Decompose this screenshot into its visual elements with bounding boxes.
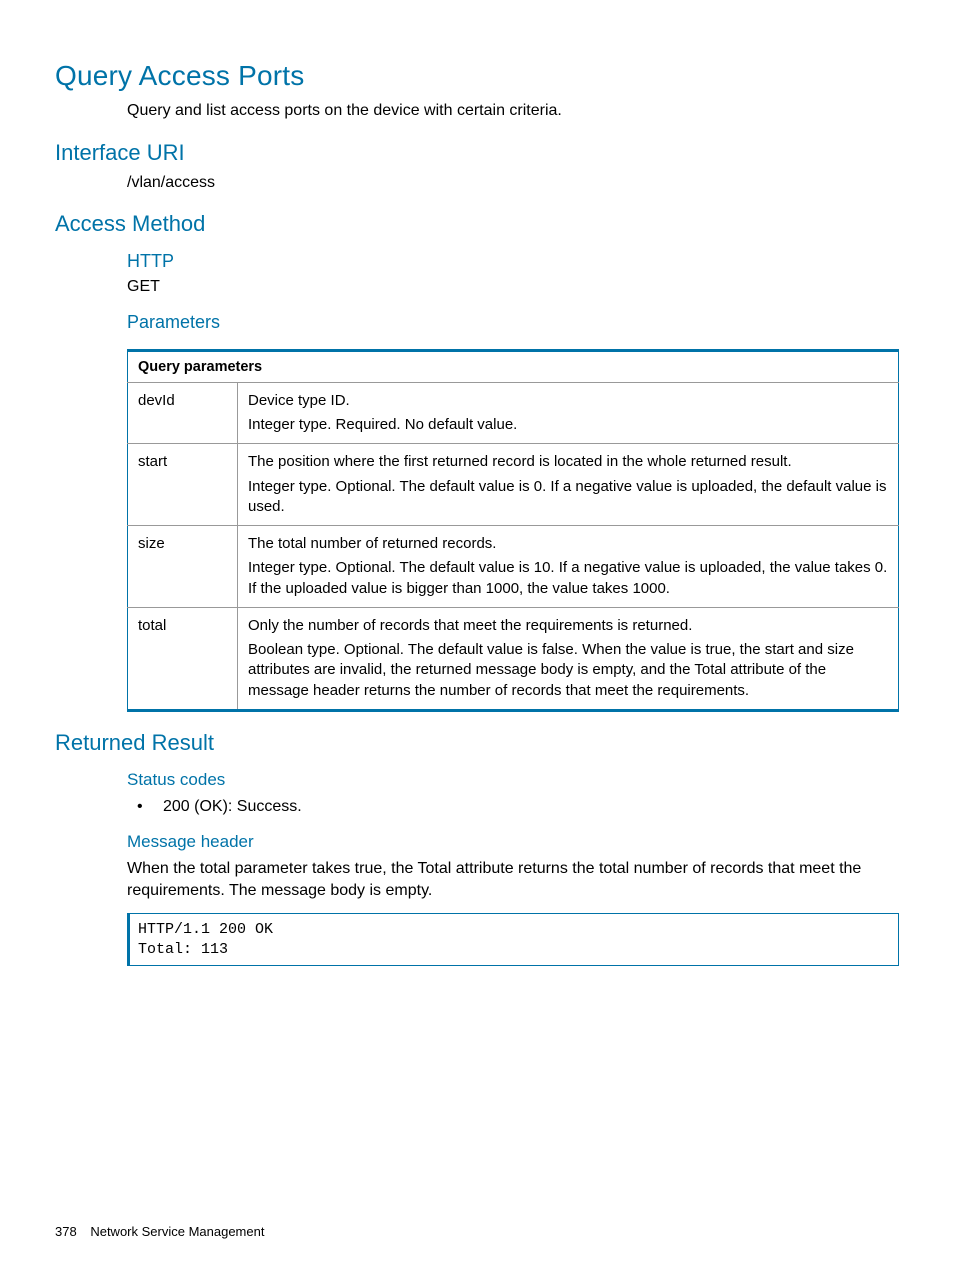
table-row: devId Device type ID. Integer type. Requ… (128, 382, 899, 444)
table-row: start The position where the first retur… (128, 444, 899, 526)
http-method: GET (127, 276, 899, 298)
desc-line: Only the number of records that meet the… (248, 616, 888, 636)
page-footer: 378 Network Service Management (55, 1224, 264, 1239)
param-desc: Only the number of records that meet the… (238, 607, 899, 710)
returned-result-heading: Returned Result (55, 730, 899, 756)
param-desc: The total number of returned records. In… (238, 526, 899, 608)
interface-uri-heading: Interface URI (55, 140, 899, 166)
status-codes-label: Status codes (127, 770, 899, 790)
param-name: devId (128, 382, 238, 444)
desc-line: Integer type. Optional. The default valu… (248, 558, 888, 599)
status-codes-list: 200 (OK): Success. (127, 796, 899, 818)
param-desc: Device type ID. Integer type. Required. … (238, 382, 899, 444)
parameters-table: Query parameters devId Device type ID. I… (127, 349, 899, 712)
param-desc: The position where the first returned re… (238, 444, 899, 526)
parameters-label: Parameters (127, 312, 899, 333)
table-header: Query parameters (128, 350, 899, 382)
desc-line: The position where the first returned re… (248, 452, 888, 472)
message-header-label: Message header (127, 832, 899, 852)
page-title: Query Access Ports (55, 60, 899, 92)
param-name: size (128, 526, 238, 608)
param-name: total (128, 607, 238, 710)
http-label: HTTP (127, 251, 899, 272)
intro-text: Query and list access ports on the devic… (127, 100, 899, 122)
access-method-heading: Access Method (55, 211, 899, 237)
desc-line: Integer type. Required. No default value… (248, 415, 888, 435)
desc-line: The total number of returned records. (248, 534, 888, 554)
message-header-text: When the total parameter takes true, the… (127, 858, 899, 901)
code-block: HTTP/1.1 200 OK Total: 113 (127, 913, 899, 966)
desc-line: Integer type. Optional. The default valu… (248, 477, 888, 518)
status-code-item: 200 (OK): Success. (127, 796, 899, 818)
interface-uri-value: /vlan/access (127, 172, 899, 194)
footer-section: Network Service Management (90, 1224, 264, 1239)
desc-line: Boolean type. Optional. The default valu… (248, 640, 888, 701)
param-name: start (128, 444, 238, 526)
page-number: 378 (55, 1224, 77, 1239)
table-row: size The total number of returned record… (128, 526, 899, 608)
table-row: total Only the number of records that me… (128, 607, 899, 710)
desc-line: Device type ID. (248, 391, 888, 411)
